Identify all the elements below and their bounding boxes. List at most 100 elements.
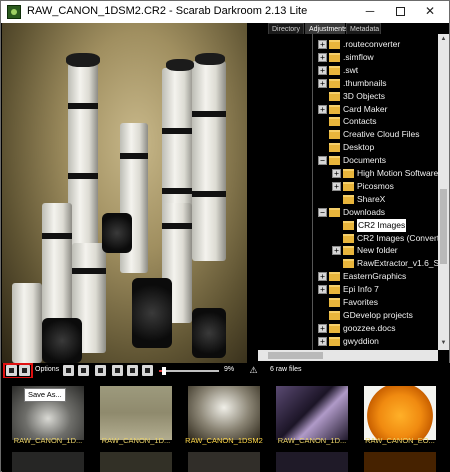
scrollbar-thumb[interactable] [440, 189, 447, 264]
thumbnail[interactable] [364, 386, 436, 440]
tree-item[interactable]: + EasternGraphics [258, 270, 438, 283]
rotate-icon[interactable] [95, 365, 106, 376]
tree-item[interactable]: 3D Objects [258, 90, 438, 103]
expand-icon[interactable]: + [318, 272, 327, 282]
tree-item[interactable]: + Picosmos [258, 180, 438, 193]
tree-item[interactable]: ShareX [258, 193, 438, 206]
files-count: 6 raw files [270, 366, 302, 373]
expand-icon[interactable]: + [332, 246, 341, 256]
thumbnail-label[interactable]: RAW_CANON_1D... [94, 436, 178, 445]
tree-item[interactable]: + goozzee.docs [258, 322, 438, 335]
tree-horizontal-scrollbar[interactable] [258, 350, 438, 361]
tab-metadata[interactable]: Metadata [346, 23, 381, 34]
folder-icon [329, 91, 340, 101]
tree-item[interactable]: Creative Cloud Files [258, 128, 438, 141]
tab-adjustments[interactable]: Adjustments [305, 23, 348, 34]
tree-item[interactable]: + .routeconverter [258, 38, 438, 51]
tree-item-label: .thumbnails [343, 77, 387, 88]
expand-icon[interactable]: + [318, 285, 327, 295]
scrollbar-thumb[interactable] [268, 352, 323, 359]
thumbnail[interactable] [188, 386, 260, 440]
expand-icon[interactable]: + [318, 65, 327, 75]
tree-item[interactable]: + High Motion Software [258, 167, 438, 180]
thumbnail[interactable] [100, 386, 172, 440]
tree-item[interactable]: + Card Maker [258, 103, 438, 116]
thumbnail-reflection [276, 452, 348, 472]
crop-icon[interactable] [78, 365, 89, 376]
tree-item-label: gwyddion [343, 335, 379, 346]
maximize-button[interactable] [385, 1, 415, 23]
warning-icon[interactable]: ⚠ [248, 365, 259, 375]
folder-icon [329, 298, 340, 307]
folder-icon [343, 233, 354, 243]
minimize-button[interactable]: ─ [355, 1, 385, 23]
close-button[interactable]: ✕ [415, 1, 445, 23]
folder-icon [343, 169, 354, 178]
zoom-slider-thumb[interactable] [162, 367, 167, 375]
scroll-down-arrow-icon[interactable]: ▼ [439, 339, 448, 348]
fullscreen-icon[interactable] [142, 365, 153, 376]
tree-item[interactable]: + Epi Info 7 [258, 283, 438, 296]
tree-item[interactable]: Favorites [258, 296, 438, 309]
collapse-icon[interactable]: − [318, 207, 327, 217]
tree-item[interactable]: + .simflow [258, 51, 438, 64]
expand-icon[interactable]: + [318, 336, 327, 346]
tree-item[interactable]: Contacts [258, 115, 438, 128]
tree-item[interactable]: + New folder [258, 244, 438, 257]
photo-lens-shape [132, 278, 172, 348]
expand-icon[interactable]: + [318, 104, 327, 114]
folder-icon [329, 117, 340, 127]
thumbnail[interactable] [276, 386, 348, 440]
tree-item-label: Card Maker [343, 103, 388, 114]
copy-icon[interactable] [63, 365, 74, 376]
toolbar: Options 9% ⚠ 6 raw files [2, 363, 450, 379]
tab-directory[interactable]: Directory [268, 23, 304, 34]
tree-item-label: New folder [357, 245, 398, 256]
tree-item[interactable]: − Downloads [258, 206, 438, 219]
expand-icon[interactable]: + [332, 181, 341, 191]
tree-item[interactable]: CR2 Images [258, 218, 438, 232]
tree-item[interactable]: GDevelop projects [258, 309, 438, 322]
folder-icon [329, 40, 340, 49]
tree-item[interactable]: + gwyddion [258, 335, 438, 348]
expand-icon[interactable]: + [318, 40, 327, 49]
title-bar[interactable]: RAW_CANON_1DSM2.CR2 - Scarab Darkroom 2.… [1, 1, 449, 23]
filmstrip: RAW_CANON_1D... RAW_CANON_1D... RAW_CANO… [2, 378, 450, 472]
thumbnail-label[interactable]: RAW_CANON_EO... [358, 436, 442, 445]
tree-item[interactable]: Desktop [258, 141, 438, 154]
photo-lens-shape [192, 308, 226, 358]
thumbnail-label[interactable]: RAW_CANON_1D... [6, 436, 90, 445]
expand-icon[interactable]: + [318, 52, 327, 62]
expand-icon[interactable]: + [318, 323, 327, 333]
tree-item[interactable]: + .swt [258, 64, 438, 77]
tree-item-label: ShareX [357, 193, 386, 204]
tree-item[interactable]: RawExtractor_v1.6_Setup [258, 257, 438, 270]
tree-item-label: 3D Objects [343, 90, 386, 101]
zoom-slider[interactable] [159, 367, 219, 375]
tree-item[interactable]: + .thumbnails [258, 77, 438, 90]
tree-guide-line [312, 34, 313, 350]
tree-item[interactable]: CR2 Images (Converted) [258, 232, 438, 245]
tree-vertical-scrollbar[interactable]: ▲ ▼ [438, 34, 449, 350]
image-preview[interactable] [2, 23, 247, 363]
tree-item-label: Desktop [343, 142, 375, 153]
tree-item-label: GDevelop projects [343, 309, 413, 320]
thumbnail-label[interactable]: RAW_CANON_1D... [270, 436, 354, 445]
fit-one-to-one-icon[interactable] [112, 365, 123, 376]
folder-icon [329, 336, 340, 346]
collapse-icon[interactable]: − [318, 156, 327, 166]
scroll-up-arrow-icon[interactable]: ▲ [439, 35, 448, 44]
tree-item[interactable]: − Documents [258, 154, 438, 167]
folder-icon [329, 65, 340, 75]
thumbnail-reflection [100, 452, 172, 472]
tree-item-label: EasternGraphics [343, 271, 407, 282]
expand-icon[interactable]: + [332, 169, 341, 178]
fit-one-to-two-icon[interactable] [127, 365, 138, 376]
thumbnail-reflection [188, 452, 260, 472]
expand-icon[interactable]: + [318, 78, 327, 88]
options-button[interactable]: Options [35, 366, 59, 373]
tree-item-label: CR2 Images (Converted) [357, 232, 438, 243]
tree-item-label: CR2 Images [357, 218, 407, 232]
panel-tabs: Directory Adjustments Metadata [258, 23, 449, 34]
thumbnail-label[interactable]: RAW_CANON_1DSM2 [182, 436, 266, 445]
